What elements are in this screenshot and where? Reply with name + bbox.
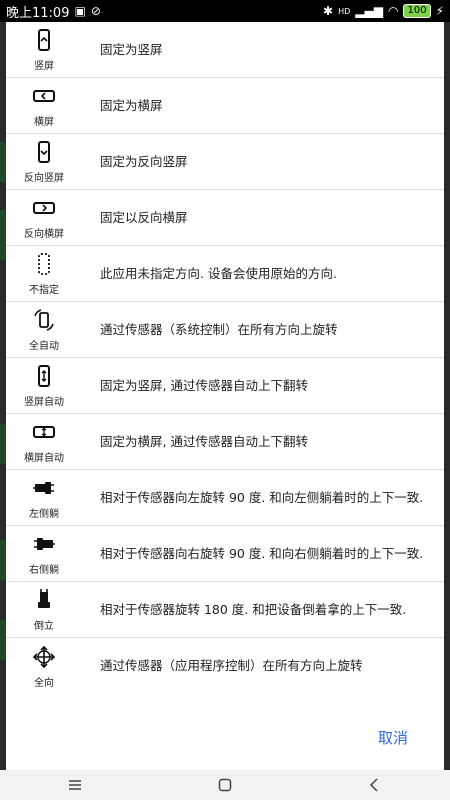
orientation-list: 竖屏 固定为竖屏横屏 固定为横屏反向竖屏 固定为反向竖屏反向横屏 固定以反向横屏不指定 此… — [6, 22, 444, 704]
charging-icon: ⚡ — [435, 4, 444, 18]
option-icon-column: 倒立 — [6, 587, 82, 632]
option-description: 固定为竖屏, 通过传感器自动上下翻转 — [100, 377, 308, 393]
signal-icon: ▂▄▆ — [355, 4, 383, 18]
menu-button[interactable] — [55, 770, 95, 800]
option-icon-column: 竖屏自动 — [6, 363, 82, 408]
option-label: 全向 — [34, 677, 54, 689]
option-description: 固定为竖屏 — [100, 41, 163, 57]
option-icon-column: 不指定 — [6, 251, 82, 296]
option-icon-column: 横屏 — [6, 83, 82, 128]
status-bar: 晚上11:09 ▣ ⊘ ✱ HD ▂▄▆ ◠ 100 ⚡ — [0, 0, 450, 22]
option-description: 相对于传感器向右旋转 90 度. 和向右侧躺着时的上下一致. — [100, 545, 424, 561]
option-label: 横屏 — [34, 117, 54, 128]
portrait-icon — [38, 29, 50, 51]
landscape-icon — [33, 90, 55, 102]
option-description: 通过传感器（系统控制）在所有方向上旋转 — [100, 321, 338, 337]
option-label: 左侧躺 — [29, 509, 59, 520]
lie-right-icon — [34, 538, 55, 550]
option-description: 固定为横屏, 通过传感器自动上下翻转 — [100, 433, 308, 449]
back-icon — [369, 778, 378, 792]
option-label: 竖屏自动 — [24, 397, 64, 408]
bluetooth-icon: ✱ — [323, 4, 334, 18]
orientation-option-6[interactable]: 竖屏自动 固定为竖屏, 通过传感器自动上下翻转 — [6, 358, 444, 414]
home-button[interactable] — [205, 770, 245, 800]
orientation-dialog: 竖屏 固定为竖屏横屏 固定为横屏反向竖屏 固定为反向竖屏反向横屏 固定以反向横屏不指定 此… — [6, 22, 444, 770]
all-directions-icon — [32, 645, 56, 668]
portrait-auto-icon — [38, 365, 50, 387]
orientation-option-9[interactable]: 右侧躺 相对于传感器向右旋转 90 度. 和向右侧躺着时的上下一致. — [6, 526, 444, 582]
cancel-button[interactable]: 取消 — [378, 727, 408, 748]
lie-left-icon — [33, 482, 54, 494]
option-description: 相对于传感器旋转 180 度. 和把设备倒着拿的上下一致. — [100, 601, 407, 617]
option-icon-column: 竖屏 — [6, 27, 82, 72]
status-time: 晚上11:09 — [6, 5, 70, 21]
orientation-option-11[interactable]: 全向 通过传感器（应用程序控制）在所有方向上旋转 — [6, 638, 444, 694]
orientation-option-3[interactable]: 反向横屏 固定以反向横屏 — [6, 190, 444, 246]
hd-signal-icon: HD — [338, 6, 351, 16]
option-icon-column: 反向竖屏 — [6, 139, 82, 184]
option-description: 通过传感器（应用程序控制）在所有方向上旋转 — [100, 658, 363, 673]
wifi-icon: ◠ — [387, 4, 399, 18]
orientation-option-4[interactable]: 不指定 此应用未指定方向. 设备会使用原始的方向. — [6, 246, 444, 302]
orientation-option-10[interactable]: 倒立 相对于传感器旋转 180 度. 和把设备倒着拿的上下一致. — [6, 582, 444, 638]
orientation-option-8[interactable]: 左侧躺 相对于传感器向左旋转 90 度. 和向左侧躺着时的上下一致. — [6, 470, 444, 526]
option-icon-column: 左侧躺 — [6, 475, 82, 520]
option-label: 反向横屏 — [24, 229, 64, 240]
option-label: 倒立 — [34, 621, 54, 632]
option-icon-column: 反向横屏 — [6, 195, 82, 240]
option-description: 相对于传感器向左旋转 90 度. 和向左侧躺着时的上下一致. — [100, 489, 424, 505]
option-label: 横屏自动 — [24, 453, 64, 464]
option-label: 不指定 — [29, 285, 59, 296]
menu-icon — [69, 780, 81, 790]
option-label: 右侧躺 — [29, 565, 59, 576]
unspecified-icon — [38, 253, 50, 275]
orientation-option-1[interactable]: 横屏 固定为横屏 — [6, 78, 444, 134]
option-icon-column: 全自动 — [6, 307, 82, 352]
option-icon-column: 右侧躺 — [6, 531, 82, 576]
orientation-option-7[interactable]: 横屏自动 固定为横屏, 通过传感器自动上下翻转 — [6, 414, 444, 470]
reverse-portrait-icon — [38, 141, 50, 163]
reverse-landscape-icon — [33, 202, 55, 214]
option-icon-column: 全向 — [6, 644, 82, 689]
back-button[interactable] — [355, 770, 395, 800]
option-label: 反向竖屏 — [24, 173, 64, 184]
option-icon-column: 横屏自动 — [6, 419, 82, 464]
option-description: 此应用未指定方向. 设备会使用原始的方向. — [100, 265, 337, 281]
option-description: 固定为反向竖屏 — [100, 153, 188, 169]
option-description: 固定为横屏 — [100, 97, 163, 113]
home-icon — [218, 778, 232, 792]
orientation-option-5[interactable]: 全自动 通过传感器（系统控制）在所有方向上旋转 — [6, 302, 444, 358]
orientation-option-2[interactable]: 反向竖屏 固定为反向竖屏 — [6, 134, 444, 190]
battery-icon: 100 — [403, 4, 431, 18]
upside-down-icon — [38, 589, 50, 608]
orientation-option-0[interactable]: 竖屏 固定为竖屏 — [6, 22, 444, 78]
option-label: 全自动 — [29, 341, 59, 352]
option-description: 固定以反向横屏 — [100, 209, 188, 225]
option-label: 竖屏 — [34, 61, 54, 72]
auto-rotate-icon — [34, 309, 54, 331]
sync-icon: ⊘ — [90, 4, 101, 18]
dialog-footer: 取消 — [6, 704, 444, 770]
navigation-bar — [0, 770, 450, 800]
landscape-auto-icon — [33, 426, 55, 438]
image-icon: ▣ — [74, 4, 86, 18]
